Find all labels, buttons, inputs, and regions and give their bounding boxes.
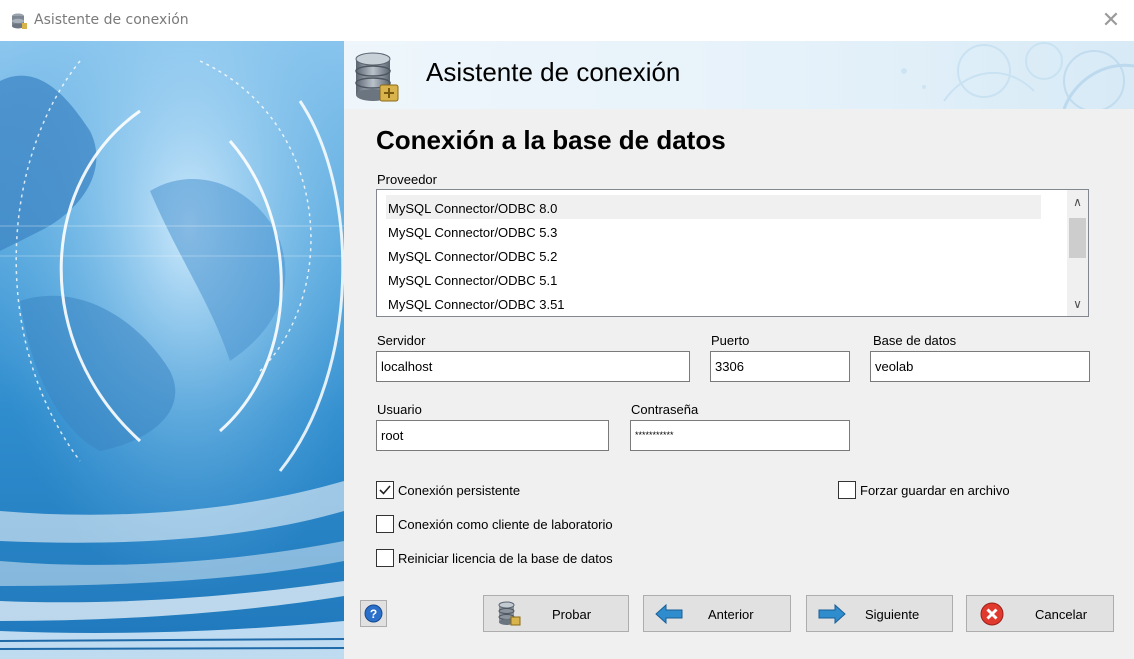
arrow-left-icon <box>655 603 683 625</box>
persistent-connection-checkbox[interactable]: Conexión persistente <box>376 481 520 499</box>
section-title: Conexión a la base de datos <box>376 125 726 155</box>
server-input[interactable]: localhost <box>376 351 690 382</box>
checkbox-unchecked[interactable] <box>838 481 856 499</box>
cancel-button[interactable]: Cancelar <box>966 595 1114 632</box>
checkbox-unchecked[interactable] <box>376 515 394 533</box>
side-banner-image <box>0 41 344 659</box>
close-button[interactable]: ✕ <box>1088 0 1134 41</box>
back-button[interactable]: Anterior <box>643 595 791 632</box>
globe-artwork <box>0 41 344 659</box>
reset-license-label: Reiniciar licencia de la base de datos <box>398 550 613 566</box>
lab-client-checkbox[interactable]: Conexión como cliente de laboratorio <box>376 515 613 533</box>
database-icon <box>498 601 521 626</box>
provider-item[interactable]: MySQL Connector/ODBC 5.3 <box>386 219 1041 243</box>
scroll-thumb[interactable] <box>1069 218 1086 258</box>
back-button-label: Anterior <box>708 607 754 622</box>
cancel-icon <box>980 602 1004 626</box>
force-save-checkbox[interactable]: Forzar guardar en archivo <box>838 481 1010 499</box>
user-input[interactable]: root <box>376 420 609 451</box>
lab-client-label: Conexión como cliente de laboratorio <box>398 516 613 532</box>
help-icon: ? <box>364 604 383 623</box>
header-title: Asistente de conexión <box>426 57 681 87</box>
window-title: Asistente de conexión <box>34 12 189 28</box>
checkmark-icon <box>379 485 391 495</box>
password-label: Contraseña <box>631 402 699 417</box>
help-button[interactable]: ? <box>360 600 387 627</box>
title-bar: Asistente de conexión ✕ <box>0 0 1134 41</box>
close-icon: ✕ <box>1101 8 1121 33</box>
database-icon <box>355 52 399 102</box>
reset-license-checkbox[interactable]: Reiniciar licencia de la base de datos <box>376 549 613 567</box>
user-label: Usuario <box>377 402 422 417</box>
provider-item[interactable]: MySQL Connector/ODBC 8.0 <box>386 195 1041 219</box>
arrow-right-icon <box>818 603 846 625</box>
scroll-down-icon[interactable]: ∨ <box>1067 294 1088 314</box>
database-input[interactable]: veolab <box>870 351 1090 382</box>
svg-text:?: ? <box>370 607 377 621</box>
provider-scrollbar[interactable]: ∧ ∨ <box>1067 190 1088 316</box>
next-button[interactable]: Siguiente <box>806 595 953 632</box>
test-button[interactable]: Probar <box>483 595 629 632</box>
force-save-label: Forzar guardar en archivo <box>860 482 1010 498</box>
database-label: Base de datos <box>873 333 957 348</box>
checkbox-unchecked[interactable] <box>376 549 394 567</box>
provider-item[interactable]: MySQL Connector/ODBC 5.2 <box>386 243 1041 267</box>
database-icon <box>12 13 27 29</box>
next-button-label: Siguiente <box>865 607 920 622</box>
checkbox-checked[interactable] <box>376 481 394 499</box>
wizard-panel: Asistente de conexión Conexión a la base… <box>344 41 1134 659</box>
port-input[interactable]: 3306 <box>710 351 850 382</box>
provider-item[interactable]: MySQL Connector/ODBC 5.1 <box>386 267 1041 291</box>
test-button-label: Probar <box>552 607 592 622</box>
provider-listbox[interactable]: MySQL Connector/ODBC 8.0 MySQL Connector… <box>376 189 1089 317</box>
provider-item[interactable]: MySQL Connector/ODBC 3.51 <box>386 291 1041 315</box>
provider-label: Proveedor <box>377 172 437 187</box>
persistent-connection-label: Conexión persistente <box>398 482 521 498</box>
wizard-header: Asistente de conexión <box>344 41 1134 109</box>
scroll-up-icon[interactable]: ∧ <box>1067 192 1088 212</box>
port-label: Puerto <box>711 333 750 348</box>
password-input[interactable]: *********** <box>630 420 850 451</box>
cancel-button-label: Cancelar <box>1035 607 1088 622</box>
server-label: Servidor <box>377 333 426 348</box>
